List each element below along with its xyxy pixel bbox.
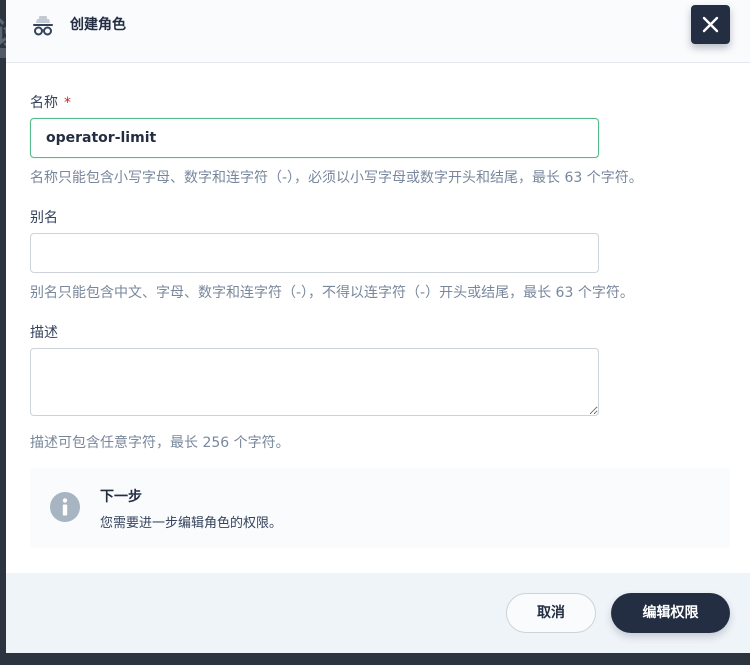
modal-footer: 取消 编辑权限 xyxy=(6,573,750,653)
modal-title: 创建角色 xyxy=(70,17,126,33)
alias-label: 别名 xyxy=(30,210,58,226)
required-mark: * xyxy=(64,95,71,111)
name-label-text: 名称 xyxy=(30,95,58,111)
close-button[interactable] xyxy=(691,5,730,44)
cancel-button[interactable]: 取消 xyxy=(506,593,596,633)
modal-header: 创建角色 xyxy=(6,0,750,63)
create-role-modal: 创建角色 名称 * 名称只能包含小写字母、数字和连字符（-），必须以小写字母或数字… xyxy=(6,0,750,653)
name-hint: 名称只能包含小写字母、数字和连字符（-），必须以小写字母或数字开头和结尾，最长 … xyxy=(30,170,643,186)
alias-hint: 别名只能包含中文、字母、数字和连字符（-），不得以连字符（-）开头或结尾，最长 … xyxy=(30,285,634,301)
name-label: 名称 * xyxy=(30,92,71,112)
info-icon xyxy=(50,492,80,522)
description-textarea[interactable] xyxy=(30,348,599,416)
info-text: 您需要进一步编辑角色的权限。 xyxy=(100,516,283,531)
next-step-info: 下一步 您需要进一步编辑角色的权限。 xyxy=(30,468,730,548)
description-label: 描述 xyxy=(30,325,58,341)
alias-input[interactable] xyxy=(30,233,599,273)
description-hint: 描述可包含任意字符，最长 256 个字符。 xyxy=(30,435,290,451)
incognito-icon xyxy=(30,12,56,38)
edit-permissions-button[interactable]: 编辑权限 xyxy=(611,593,730,633)
info-title: 下一步 xyxy=(100,489,142,505)
close-icon xyxy=(702,16,719,33)
name-input[interactable] xyxy=(30,118,599,158)
